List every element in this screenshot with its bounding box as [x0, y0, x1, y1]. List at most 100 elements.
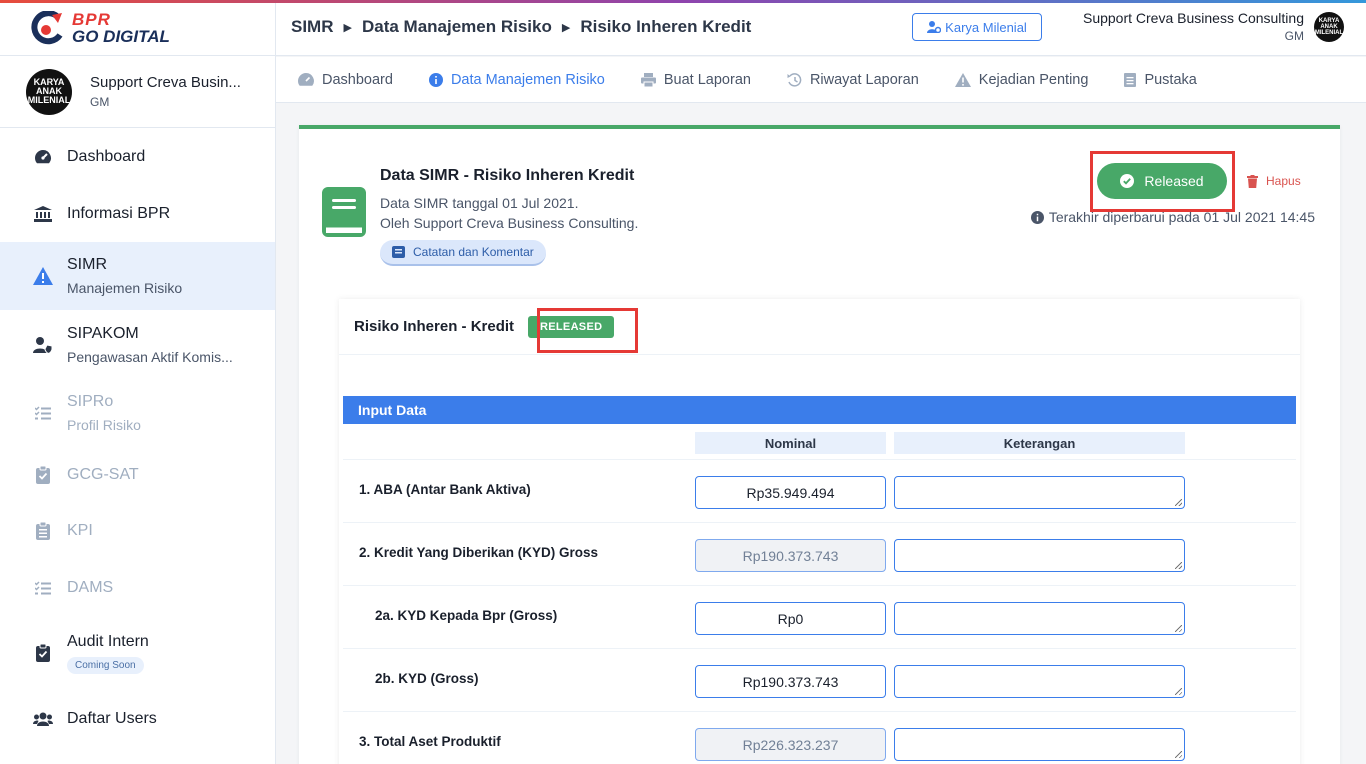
keterangan-textarea[interactable] — [894, 602, 1185, 635]
sidebar-item-label: Daftar Users — [67, 709, 157, 727]
nominal-input-readonly: Rp190.373.743 — [695, 539, 886, 572]
document-author-line: Oleh Support Creva Business Consulting. — [380, 215, 639, 231]
list-check-icon — [32, 402, 54, 424]
sidebar-item-label: Dashboard — [67, 147, 146, 165]
notes-comments-label: Catatan dan Komentar — [413, 245, 534, 259]
sidebar: BPR GO DIGITAL KARYA ANAK MILENIAL Suppo… — [0, 0, 276, 764]
last-updated-info: Terakhir diperbarui pada 01 Jul 2021 14:… — [1030, 209, 1315, 225]
sidebar-user-card[interactable]: KARYA ANAK MILENIAL Support Creva Busin.… — [0, 56, 275, 128]
highlight-box-status-badge — [537, 308, 638, 353]
column-header-keterangan: Keterangan — [894, 432, 1185, 454]
nominal-input[interactable]: Rp190.373.743 — [695, 665, 886, 698]
users-icon — [32, 708, 54, 730]
table-row: 1. ABA (Antar Bank Aktiva) Rp35.949.494 — [343, 459, 1296, 522]
clipboard-list-icon — [32, 520, 54, 542]
keterangan-textarea[interactable] — [894, 476, 1185, 509]
dashboard-gauge-icon — [32, 146, 54, 168]
sidebar-item-sipakom[interactable]: SIPAKOM Pengawasan Aktif Komis... — [0, 310, 275, 379]
bank-icon — [32, 203, 54, 225]
keterangan-textarea[interactable] — [894, 665, 1185, 698]
delete-label: Hapus — [1266, 174, 1301, 188]
tab-label: Riwayat Laporan — [809, 71, 919, 88]
tab-label: Pustaka — [1144, 71, 1197, 88]
input-data-header: Input Data — [343, 396, 1296, 424]
sidebar-item-label: SIPAKOM — [67, 324, 139, 342]
sidebar-item-label: Informasi BPR — [67, 204, 171, 222]
list-check-icon — [32, 577, 54, 599]
breadcrumb: SIMR ▶ Data Manajemen Risiko ▶ Risiko In… — [291, 17, 751, 37]
sidebar-item-kpi[interactable]: KPI — [0, 503, 275, 559]
row-label: 3. Total Aset Produktif — [359, 734, 501, 749]
released-status-button[interactable]: Released — [1097, 163, 1227, 199]
tab-riwayat-laporan[interactable]: Riwayat Laporan — [787, 72, 919, 88]
brand-logo[interactable]: BPR GO DIGITAL — [0, 0, 275, 56]
tab-data-manajemen-risiko[interactable]: Data Manajemen Risiko — [428, 71, 605, 88]
sidebar-item-audit-intern[interactable]: Audit Intern Coming Soon — [0, 616, 275, 690]
avatar[interactable]: KARYA ANAK MILENIAL — [1314, 12, 1344, 42]
sidebar-item-sub: Pengawasan Aktif Komis... — [67, 348, 233, 365]
sidebar-item-sipro[interactable]: SIPRo Profil Risiko — [0, 379, 275, 446]
keterangan-textarea[interactable] — [894, 539, 1185, 572]
nominal-input[interactable]: Rp0 — [695, 602, 886, 635]
row-label: 2b. KYD (Gross) — [375, 671, 479, 686]
tab-kejadian-penting[interactable]: Kejadian Penting — [954, 72, 1088, 88]
print-icon — [640, 72, 656, 87]
topbar-user-name: Support Creva Business Consulting — [1082, 10, 1304, 26]
last-updated-text: Terakhir diperbarui pada 01 Jul 2021 14:… — [1048, 209, 1315, 225]
section-title: Risiko Inheren - Kredit — [354, 318, 515, 335]
topbar-user[interactable]: Support Creva Business Consulting GM — [1083, 10, 1304, 43]
sidebar-item-gcg-sat[interactable]: GCG-SAT — [0, 446, 275, 503]
sidebar-nav: Dashboard Informasi BPR SIMR Manajemen Ri… — [0, 128, 275, 747]
keterangan-textarea[interactable] — [894, 728, 1185, 761]
sidebar-item-dashboard[interactable]: Dashboard — [0, 128, 275, 185]
tab-buat-laporan[interactable]: Buat Laporan — [640, 72, 751, 88]
nominal-input[interactable]: Rp35.949.494 — [695, 476, 886, 509]
book-icon — [322, 187, 366, 237]
history-icon — [787, 72, 802, 87]
sidebar-item-label: GCG-SAT — [67, 465, 139, 483]
user-shield-icon — [32, 334, 54, 356]
sidebar-item-simr[interactable]: SIMR Manajemen Risiko — [0, 242, 275, 310]
sidebar-item-label: DAMS — [67, 578, 114, 596]
clipboard-check-icon — [32, 642, 54, 664]
trash-icon — [1247, 174, 1258, 188]
nominal-input-readonly: Rp226.323.237 — [695, 728, 886, 761]
sidebar-user-name: Support Creva Busin... — [90, 74, 241, 91]
avatar: KARYA ANAK MILENIAL — [26, 68, 72, 115]
table-row: 2. Kredit Yang Diberikan (KYD) Gross Rp1… — [343, 522, 1296, 585]
coming-soon-badge: Coming Soon — [67, 656, 144, 674]
breadcrumb-item-data-manajemen-risiko[interactable]: Data Manajemen Risiko — [362, 17, 552, 37]
sidebar-item-label: SIPRo — [67, 392, 114, 410]
document-card: Data SIMR - Risiko Inheren Kredit Data S… — [299, 125, 1340, 764]
gauge-icon — [298, 73, 314, 86]
delete-button[interactable]: Hapus — [1247, 174, 1301, 188]
tab-label: Data Manajemen Risiko — [450, 71, 605, 88]
karya-milenial-label: Karya Milenial — [945, 19, 1027, 35]
tab-pustaka[interactable]: Pustaka — [1124, 71, 1197, 88]
file-icon — [1124, 72, 1137, 87]
row-label: 2. Kredit Yang Diberikan (KYD) Gross — [359, 545, 599, 560]
table-row: 2b. KYD (Gross) Rp190.373.743 — [343, 648, 1296, 711]
info-circle-icon — [1030, 210, 1044, 224]
sidebar-item-dams[interactable]: DAMS — [0, 559, 275, 616]
sidebar-item-informasi-bpr[interactable]: Informasi BPR — [0, 185, 275, 242]
breadcrumb-item-simr[interactable]: SIMR — [291, 17, 334, 37]
document-date-line: Data SIMR tanggal 01 Jul 2021. — [380, 195, 579, 211]
section-header: Risiko Inheren - Kredit RELEASED — [339, 299, 1300, 355]
breadcrumb-item-current: Risiko Inheren Kredit — [580, 17, 752, 36]
tab-dashboard[interactable]: Dashboard — [298, 72, 393, 88]
info-circle-icon — [428, 72, 443, 87]
table-row: 2a. KYD Kepada Bpr (Gross) Rp0 — [343, 585, 1296, 648]
sidebar-item-label: SIMR — [67, 256, 107, 273]
brand-line2: GO DIGITAL — [72, 26, 170, 46]
row-label: 2a. KYD Kepada Bpr (Gross) — [375, 608, 558, 623]
window-top-accent — [0, 0, 1366, 3]
clipboard-check-icon — [32, 464, 54, 486]
document-title: Data SIMR - Risiko Inheren Kredit — [380, 167, 635, 184]
topbar-user-role: GM — [1284, 29, 1304, 43]
sidebar-item-label: KPI — [67, 522, 93, 539]
sidebar-item-sub: Profil Risiko — [67, 416, 141, 433]
sidebar-item-daftar-users[interactable]: Daftar Users — [0, 690, 275, 747]
notes-comments-button[interactable]: Catatan dan Komentar — [380, 240, 546, 266]
karya-milenial-button[interactable]: Karya Milenial — [912, 13, 1042, 41]
